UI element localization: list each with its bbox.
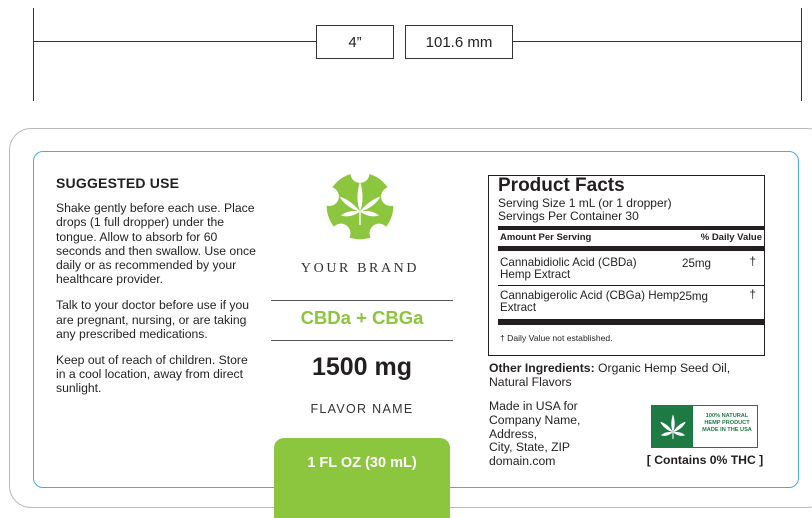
ingredient-name: Cannabigerolic Acid (CBGa) Hemp Extract <box>500 289 680 314</box>
cannabis-leaf-icon <box>326 172 394 240</box>
badge-line: MADE IN THE USA <box>702 426 752 433</box>
ingredient-dv: † <box>749 255 756 268</box>
natural-hemp-badge: 100% NATURAL HEMP PRODUCT MADE IN THE US… <box>651 405 758 448</box>
serving-size: Serving Size 1 mL (or 1 dropper) <box>498 196 672 210</box>
ingredient-amount: 25mg <box>682 257 712 270</box>
suggested-use-heading: SUGGESTED USE <box>56 175 180 191</box>
dimension-line-left <box>33 41 317 42</box>
doctor-warning: Talk to your doctor before use if you ar… <box>56 298 250 341</box>
facts-rule-thick <box>498 226 764 230</box>
product-strength: 1500 mg <box>311 353 413 381</box>
facts-header-dv: % Daily Value <box>700 232 762 243</box>
company-city: City, State, ZIP <box>489 440 571 455</box>
made-in-line: Made in USA for <box>489 399 578 413</box>
ingredient-amount: 25mg <box>679 290 709 303</box>
facts-header-amount: Amount Per Serving <box>500 232 592 243</box>
manufacturer-info: Made in USA for Company Name, Address, C… <box>489 399 609 469</box>
suggested-use-panel: SUGGESTED USE Shake gently before each u… <box>56 176 256 408</box>
badge-text: 100% NATURAL HEMP PRODUCT MADE IN THE US… <box>696 413 758 433</box>
dimension-mm: 101.6 mm <box>405 25 513 59</box>
company-address: Address, <box>489 426 538 441</box>
ingredient-name: Cannabidiolic Acid (CBDa) Hemp Extract <box>500 256 637 281</box>
hemp-leaf-icon <box>652 406 693 447</box>
other-ingredients-label: Other Ingredients: <box>489 361 595 375</box>
other-ingredients: Other Ingredients: Organic Hemp Seed Oil… <box>489 361 764 390</box>
dimension-right-tick <box>801 8 802 101</box>
badge-line: HEMP PRODUCT <box>704 419 750 426</box>
thc-statement: [ Contains 0% THC ] <box>646 453 764 467</box>
brand-name: YOUR BRAND <box>300 261 420 276</box>
divider-top <box>271 300 453 301</box>
product-name: CBDa + CBGa <box>300 307 424 328</box>
usage-instructions: Shake gently before each use. Place drop… <box>56 201 256 287</box>
dimension-inches: 4” <box>316 25 394 59</box>
servings-per-container: Servings Per Container 30 <box>498 209 639 223</box>
facts-rule-row <box>498 285 764 286</box>
facts-rule-header <box>498 246 764 251</box>
dimension-line-right <box>513 41 801 42</box>
volume-label: 1 FL OZ (30 mL) <box>307 455 417 471</box>
company-domain: domain.com <box>489 454 556 469</box>
facts-title: Product Facts <box>498 175 625 196</box>
daily-value-note: † Daily Value not established. <box>500 333 613 343</box>
badge-line: 100% NATURAL <box>705 413 749 419</box>
flavor-name: FLAVOR NAME <box>310 402 414 416</box>
facts-rule-bottom <box>498 319 764 325</box>
company-name: Company Name, <box>489 412 581 427</box>
dimension-left-tick <box>33 8 34 101</box>
product-facts-panel: Product Facts Serving Size 1 mL (or 1 dr… <box>488 175 765 356</box>
storage-instructions: Keep out of reach of children. Store in … <box>56 353 248 396</box>
ingredient-dv: † <box>749 288 756 301</box>
divider-bottom <box>271 340 453 341</box>
volume-tab: 1 FL OZ (30 mL) <box>274 438 450 518</box>
